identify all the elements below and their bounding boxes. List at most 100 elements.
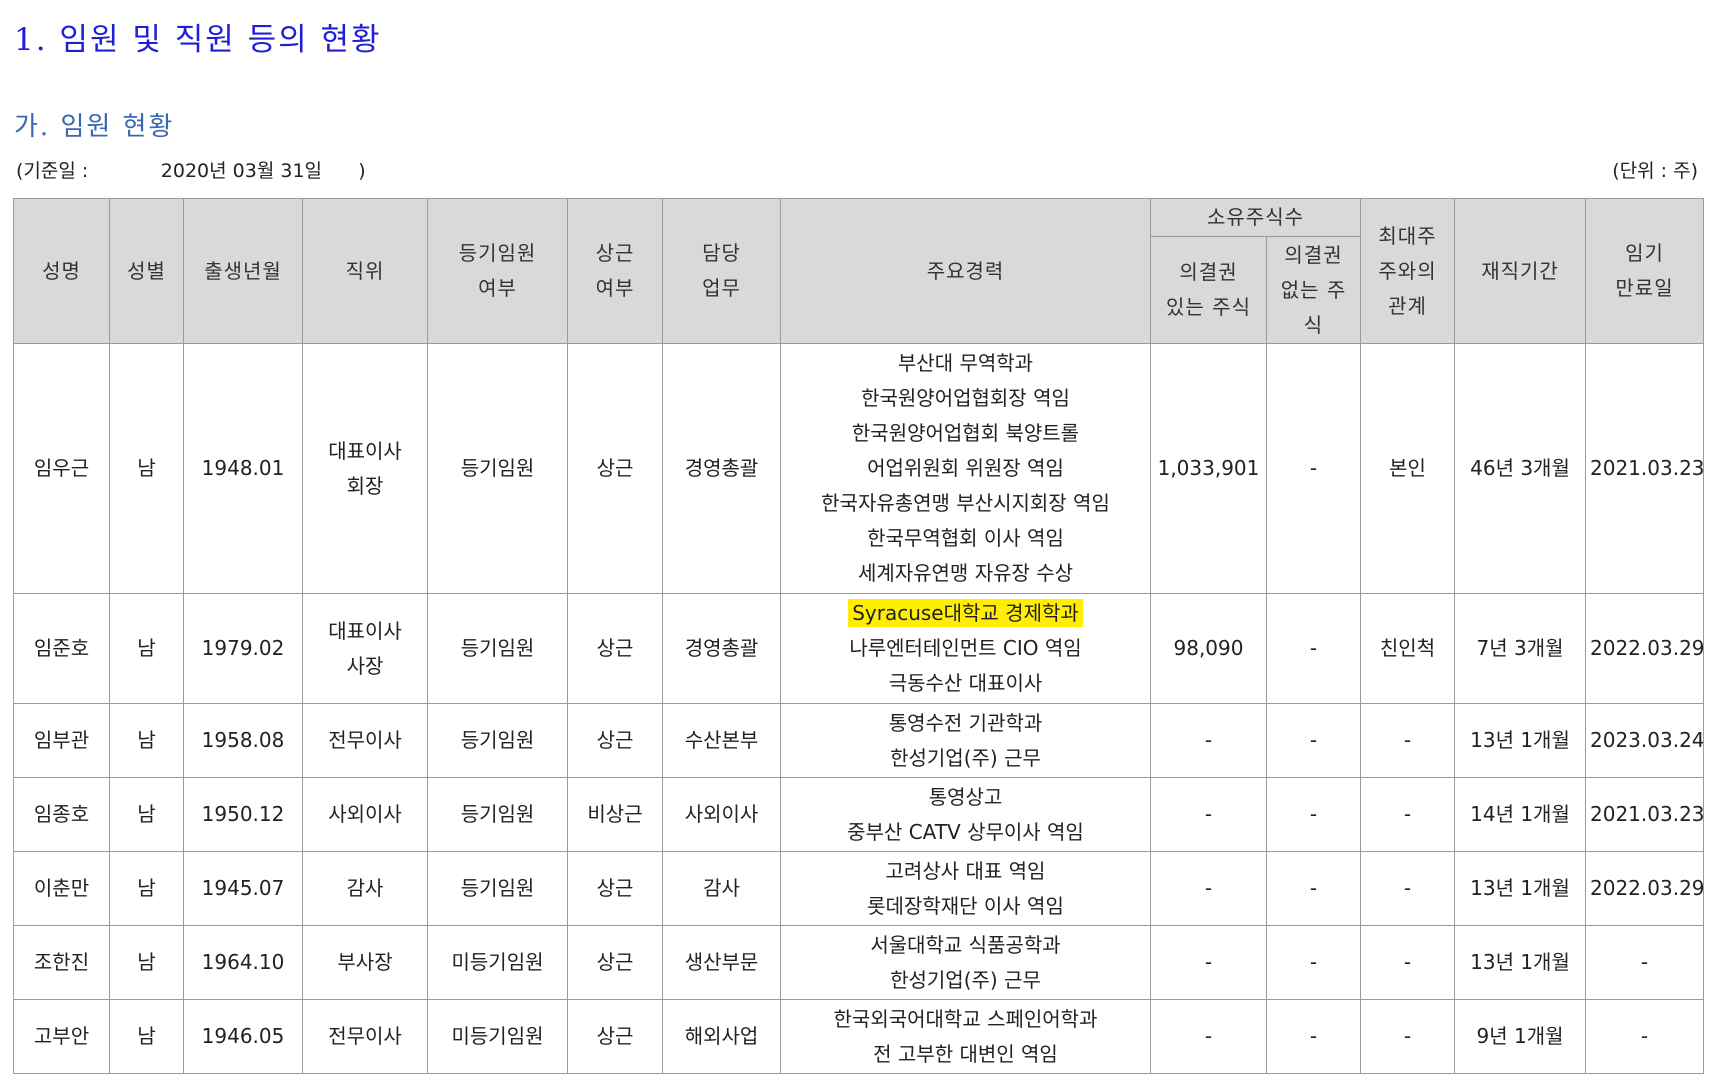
cell-gender: 남	[109, 999, 184, 1074]
career-line: 한국무역협회 이사 역임	[785, 521, 1146, 556]
header-voting: 의결권 있는 주식	[1150, 236, 1267, 344]
cell-voting-shares: 1,033,901	[1150, 343, 1267, 594]
career-line: Syracuse대학교 경제학과	[785, 596, 1146, 631]
career-text: 세계자유연맹 자유장 수상	[857, 561, 1074, 585]
table-body: 임우근 남 1948.01 대표이사 회장 등기임원 상근 경영총괄 부산대 무역학과 한국원양어…	[13, 343, 1704, 1074]
cell-career: 부산대 무역학과 한국원양어업협회장 역임 한국원양어업협회 북양트롤 어업위원회 위…	[780, 343, 1151, 594]
cell-fulltime: 상근	[567, 925, 663, 1000]
career-text: 고려상사 대표 역임	[885, 858, 1046, 883]
career-text: 나루엔터테인먼트 CIO 역임	[849, 636, 1082, 660]
position-line: 대표이사	[328, 618, 402, 643]
cell-name: 이춘만	[13, 851, 110, 926]
cell-nonvoting-shares: -	[1266, 593, 1361, 704]
career-line: 통영수전 기관학과	[785, 706, 1146, 741]
cell-registered: 등기임원	[427, 851, 568, 926]
cell-position: 전무이사	[302, 999, 428, 1074]
cell-duty: 생산부문	[662, 925, 781, 1000]
header-duty-line: 업무	[702, 276, 741, 300]
cell-duty: 사외이사	[662, 777, 781, 852]
career-text: 한국자유총연맹 부산시지회장 역임	[821, 491, 1110, 515]
header-shares-group: 소유주식수	[1150, 198, 1361, 237]
header-name: 성명	[13, 198, 110, 344]
career-text: 전 고부한 대변인 역임	[873, 1041, 1058, 1066]
header-gender: 성별	[109, 198, 184, 344]
header-registered: 등기임원 여부	[427, 198, 568, 344]
cell-birth: 1948.01	[183, 343, 303, 594]
position-line: 사외이사	[328, 802, 402, 826]
career-text: 중부산 CATV 상무이사 역임	[847, 819, 1084, 844]
career-line: 한국외국어대학교 스페인어학과	[785, 1002, 1146, 1037]
cell-birth: 1958.08	[183, 703, 303, 778]
cell-birth: 1945.07	[183, 851, 303, 926]
career-text: 서울대학교 식품공학과	[870, 932, 1061, 957]
career-text: 한국원양어업협회장 역임	[861, 386, 1070, 410]
cell-voting-shares: -	[1150, 925, 1267, 1000]
cell-relation: 본인	[1360, 343, 1455, 594]
cell-name: 고부안	[13, 999, 110, 1074]
career-line: 고려상사 대표 역임	[785, 854, 1146, 889]
header-fulltime-line: 여부	[595, 276, 635, 300]
career-text: 롯데장학재단 이사 역임	[867, 893, 1064, 918]
unit-label: (단위 : 주)	[1612, 160, 1698, 182]
cell-career: 한국외국어대학교 스페인어학과전 고부한 대변인 역임	[780, 999, 1151, 1074]
cell-gender: 남	[109, 703, 184, 778]
cell-nonvoting-shares: -	[1266, 343, 1361, 594]
section-title: 1. 임원 및 직원 등의 현황	[14, 22, 382, 58]
career-line: 한국자유총연맹 부산시지회장 역임	[785, 486, 1146, 521]
position-line: 대표이사	[328, 438, 402, 463]
cell-tenure: 46년 3개월	[1454, 343, 1586, 594]
cell-registered: 등기임원	[427, 593, 568, 704]
cell-registered: 등기임원	[427, 703, 568, 778]
cell-relation: -	[1360, 999, 1455, 1074]
career-line: 세계자유연맹 자유장 수상	[785, 556, 1146, 591]
cell-duty: 해외사업	[662, 999, 781, 1074]
career-line: 한국원양어업협회 북양트롤	[785, 416, 1146, 451]
career-line: 중부산 CATV 상무이사 역임	[785, 815, 1146, 850]
header-career: 주요경력	[780, 198, 1151, 344]
cell-tenure: 13년 1개월	[1454, 703, 1586, 778]
cell-tenure: 13년 1개월	[1454, 851, 1586, 926]
cell-career: 통영수전 기관학과 한성기업(주) 근무	[780, 703, 1151, 778]
table-row: 임준호 남 1979.02 대표이사 사장 등기임원 상근 경영총괄 Syracuse대학교 경…	[13, 593, 1704, 704]
cell-fulltime: 상근	[567, 593, 663, 704]
table-row: 조한진 남 1964.10 부사장 미등기임원 상근 생산부문 서울대학교 식품공학과 한성기업…	[13, 925, 1704, 1000]
cell-fulltime: 상근	[567, 703, 663, 778]
cell-gender: 남	[109, 777, 184, 852]
cell-birth: 1946.05	[183, 999, 303, 1074]
cell-nonvoting-shares: -	[1266, 703, 1361, 778]
position-line: 전무이사	[328, 1024, 402, 1048]
career-line: 통영상고	[785, 780, 1146, 815]
cell-position: 전무이사	[302, 703, 428, 778]
header-fulltime-line: 상근	[595, 241, 635, 265]
header-term: 임기 만료일	[1585, 198, 1704, 344]
table-row: 고부안 남 1946.05 전무이사 미등기임원 상근 해외사업 한국외국어대학교 스페인어학…	[13, 999, 1704, 1074]
header-voting-line: 있는 주식	[1166, 295, 1251, 319]
header-relation: 최대주 주와의 관계	[1360, 198, 1455, 344]
cell-tenure: 13년 1개월	[1454, 925, 1586, 1000]
cell-career: 서울대학교 식품공학과한성기업(주) 근무	[780, 925, 1151, 1000]
career-text: 통영상고	[928, 784, 1003, 809]
position-line: 부사장	[337, 950, 393, 974]
header-voting-line: 의결권	[1179, 260, 1238, 284]
cell-term: 2021.03.23	[1585, 777, 1704, 852]
cell-tenure: 9년 1개월	[1454, 999, 1586, 1074]
table-row: 이춘만 남 1945.07 감사 등기임원 상근 감사 고려상사 대표 역임 롯데장학재단 이사…	[13, 851, 1704, 926]
cell-registered: 등기임원	[427, 777, 568, 852]
cell-registered: 등기임원	[427, 343, 568, 594]
cell-voting-shares: -	[1150, 999, 1267, 1074]
cell-gender: 남	[109, 851, 184, 926]
career-line: 부산대 무역학과	[785, 346, 1146, 381]
career-text: 한성기업(주) 근무	[890, 967, 1041, 992]
header-nonvoting-line: 없는 주	[1280, 277, 1347, 302]
cell-gender: 남	[109, 925, 184, 1000]
header-registered-line: 등기임원	[458, 241, 537, 265]
base-date-close: )	[358, 160, 366, 182]
position-line: 감사	[346, 876, 384, 900]
career-line: 전 고부한 대변인 역임	[785, 1037, 1146, 1072]
cell-relation: -	[1360, 703, 1455, 778]
sub-title: 가. 임원 현황	[14, 112, 175, 142]
table-row: 임종호 남 1950.12 사외이사 등기임원 비상근 사외이사 통영상고 중부산 CATV 상…	[13, 777, 1704, 852]
header-relation-line: 주와의	[1378, 258, 1437, 283]
cell-gender: 남	[109, 343, 184, 594]
cell-fulltime: 상근	[567, 343, 663, 594]
